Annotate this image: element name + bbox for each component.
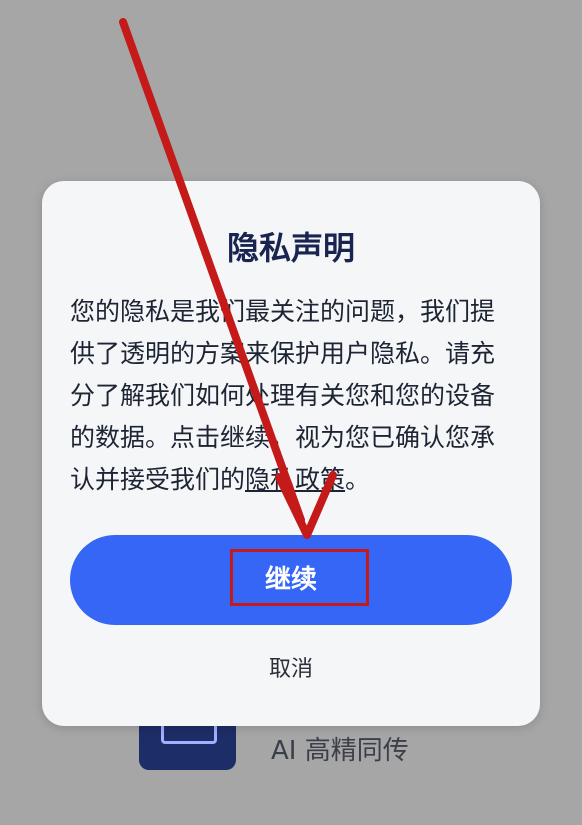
cancel-button[interactable]: 取消 bbox=[42, 651, 540, 683]
dialog-title: 隐私声明 bbox=[226, 229, 355, 267]
app-label[interactable]: AI 高精同传 bbox=[271, 730, 409, 767]
privacy-policy-link[interactable]: 隐私政策 bbox=[245, 465, 345, 494]
dialog-body: 您的隐私是我们最关注的问题，我们提供了透明的方案来保护用户隐私。请充分了解我们如… bbox=[70, 291, 516, 501]
dialog-body-end: 。 bbox=[345, 465, 371, 494]
highlight-box bbox=[230, 549, 369, 606]
privacy-dialog: 隐私声明 您的隐私是我们最关注的问题，我们提供了透明的方案来保护用户隐私。请充分… bbox=[42, 181, 540, 726]
